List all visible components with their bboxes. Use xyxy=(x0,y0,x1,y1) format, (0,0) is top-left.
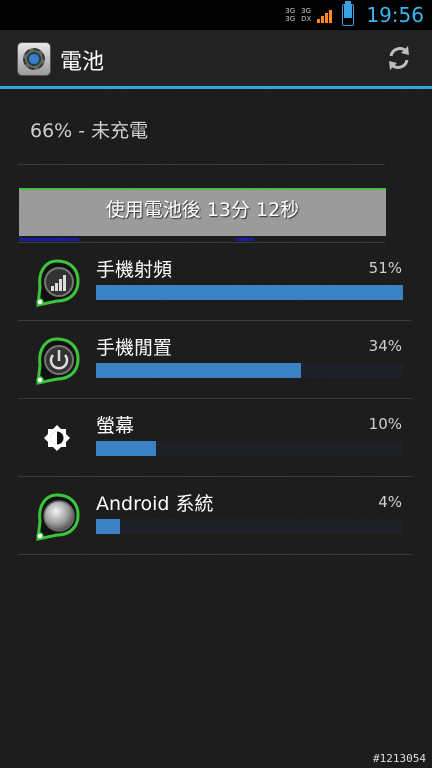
usage-percent: 4% xyxy=(378,493,402,511)
brightness-icon xyxy=(44,425,70,451)
action-bar: 電池 xyxy=(0,30,432,89)
usage-label: 螢幕 xyxy=(96,415,135,437)
usage-row-cell-radio[interactable]: 手機射頻 51% xyxy=(0,243,432,321)
usage-bar-fill xyxy=(96,519,121,534)
network-type-1: 3G 3G xyxy=(285,7,295,23)
usage-bar-track xyxy=(96,441,403,456)
power-icon xyxy=(36,337,80,385)
usage-bar-track xyxy=(96,519,403,534)
cell-signal-icon xyxy=(36,259,80,307)
network2-bottom-label: DX xyxy=(301,15,312,23)
usage-bar-fill xyxy=(96,285,403,300)
radio-activity-mark xyxy=(19,238,79,241)
usage-label: Android 系統 xyxy=(96,493,214,515)
network-type-2: 3G DX xyxy=(301,7,311,23)
android-system-icon xyxy=(36,493,80,541)
usage-percent: 34% xyxy=(368,337,402,355)
usage-bar-fill xyxy=(96,363,301,378)
usage-row-android-system[interactable]: Android 系統 4% xyxy=(0,477,432,555)
network-top-label: 3G xyxy=(285,7,296,15)
divider xyxy=(18,554,412,555)
usage-label: 手機閒置 xyxy=(96,337,173,359)
settings-gear-icon[interactable] xyxy=(17,42,51,76)
battery-history-chart[interactable]: 使用電池後 13分 12秒 xyxy=(19,188,386,236)
usage-bar-track xyxy=(96,285,403,300)
refresh-icon[interactable] xyxy=(384,43,414,73)
watermark: #1213054 xyxy=(373,752,426,765)
status-bar: 3G 3G 3G DX 19:56 xyxy=(0,0,432,30)
usage-row-phone-idle[interactable]: 手機閒置 34% xyxy=(0,321,432,399)
time-on-battery: 使用電池後 13分 12秒 xyxy=(105,199,300,221)
usage-row-screen[interactable]: 螢幕 10% xyxy=(0,399,432,477)
usage-bar-fill xyxy=(96,441,157,456)
radio-activity-mark xyxy=(236,238,254,241)
battery-icon xyxy=(342,1,355,26)
clock: 19:56 xyxy=(366,3,424,27)
usage-label: 手機射頻 xyxy=(96,259,173,281)
network-bottom-label: 3G xyxy=(285,15,296,23)
usage-percent: 51% xyxy=(368,259,402,277)
usage-percent: 10% xyxy=(368,415,402,433)
page-title: 電池 xyxy=(60,50,105,75)
battery-summary: 66% - 未充電 xyxy=(30,120,149,142)
signal-strength-icon xyxy=(317,7,333,23)
status-icons: 3G 3G 3G DX 19:56 xyxy=(285,0,424,30)
usage-bar-track xyxy=(96,363,403,378)
divider xyxy=(18,164,385,165)
network2-top-label: 3G xyxy=(301,7,312,15)
